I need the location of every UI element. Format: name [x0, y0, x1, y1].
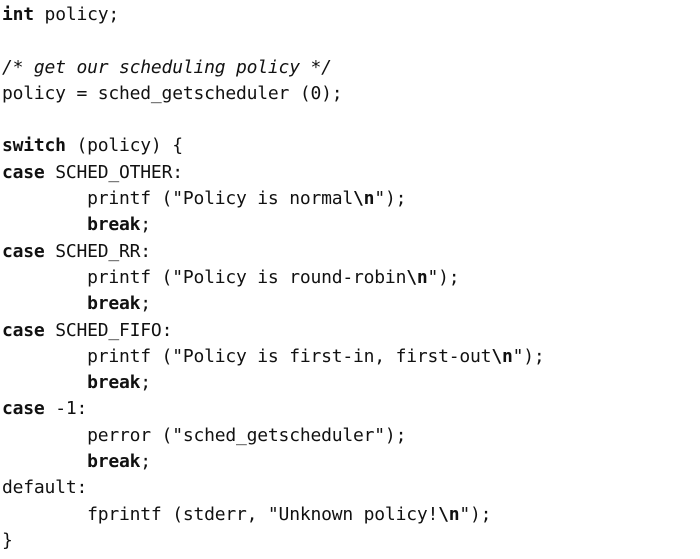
code-line: perror ("sched_getscheduler"); — [2, 423, 545, 449]
code-text: -1: — [44, 398, 88, 420]
code-text: printf ("Policy is round-robin — [2, 266, 407, 288]
code-text: printf ("Policy is normal — [2, 188, 354, 210]
code-text: perror ("sched_getscheduler"); — [2, 424, 407, 446]
code-text: "); — [459, 503, 492, 525]
code-keyword: switch — [2, 135, 66, 157]
code-line: ​ — [2, 107, 545, 133]
code-text: ; — [140, 293, 151, 315]
code-escape: \n — [491, 345, 513, 367]
code-line: break; — [2, 291, 545, 317]
code-text: printf ("Policy is first-in, first-out — [2, 345, 492, 367]
code-line: break; — [2, 212, 545, 238]
code-text: "); — [374, 188, 407, 210]
code-line: fprintf (stderr, "Unknown policy!\n"); — [2, 502, 545, 528]
code-text: ; — [140, 214, 151, 236]
code-line: int policy; — [2, 2, 545, 28]
code-text: "); — [512, 345, 545, 367]
code-line: policy = sched_getscheduler (0); — [2, 81, 545, 107]
code-line: printf ("Policy is first-in, first-out\n… — [2, 344, 545, 370]
code-escape: \n — [406, 266, 428, 288]
code-keyword: break — [87, 372, 141, 394]
code-line: case SCHED_RR: — [2, 239, 545, 265]
code-line: printf ("Policy is normal\n"); — [2, 186, 545, 212]
code-line: break; — [2, 449, 545, 475]
code-keyword: break — [87, 214, 141, 236]
code-text: SCHED_RR: — [44, 240, 151, 262]
code-text: policy = sched_getscheduler (0); — [2, 82, 343, 104]
code-escape: \n — [438, 503, 460, 525]
code-text: ; — [140, 451, 151, 473]
code-line: default: — [2, 475, 545, 501]
code-text: "); — [427, 266, 460, 288]
code-line: break; — [2, 370, 545, 396]
code-text: (policy) { — [65, 135, 183, 157]
code-text: ; — [140, 372, 151, 394]
code-line: /* get our scheduling policy */ — [2, 55, 545, 81]
code-comment: /* get our scheduling policy */ — [2, 56, 332, 78]
code-keyword: case — [2, 319, 45, 341]
code-text: } — [2, 529, 13, 551]
code-keyword: case — [2, 398, 45, 420]
code-keyword: break — [87, 293, 141, 315]
code-line: switch (policy) { — [2, 133, 545, 159]
code-line: case SCHED_FIFO: — [2, 318, 545, 344]
code-keyword: break — [87, 451, 141, 473]
code-text: SCHED_OTHER: — [44, 161, 183, 183]
code-keyword: case — [2, 161, 45, 183]
code-line: printf ("Policy is round-robin\n"); — [2, 265, 545, 291]
code-line: case SCHED_OTHER: — [2, 160, 545, 186]
code-line: } — [2, 528, 545, 554]
code-text: SCHED_FIFO: — [44, 319, 173, 341]
code-keyword: int — [2, 4, 34, 25]
code-keyword: case — [2, 240, 45, 262]
code-line: case -1: — [2, 396, 545, 422]
code-text: policy; — [33, 4, 120, 25]
code-escape: \n — [353, 188, 375, 210]
code-text: default: — [2, 477, 88, 499]
code-line: ​ — [2, 28, 545, 54]
code-listing: int policy;​/* get our scheduling policy… — [2, 2, 545, 554]
code-text: fprintf (stderr, "Unknown policy! — [2, 503, 439, 525]
